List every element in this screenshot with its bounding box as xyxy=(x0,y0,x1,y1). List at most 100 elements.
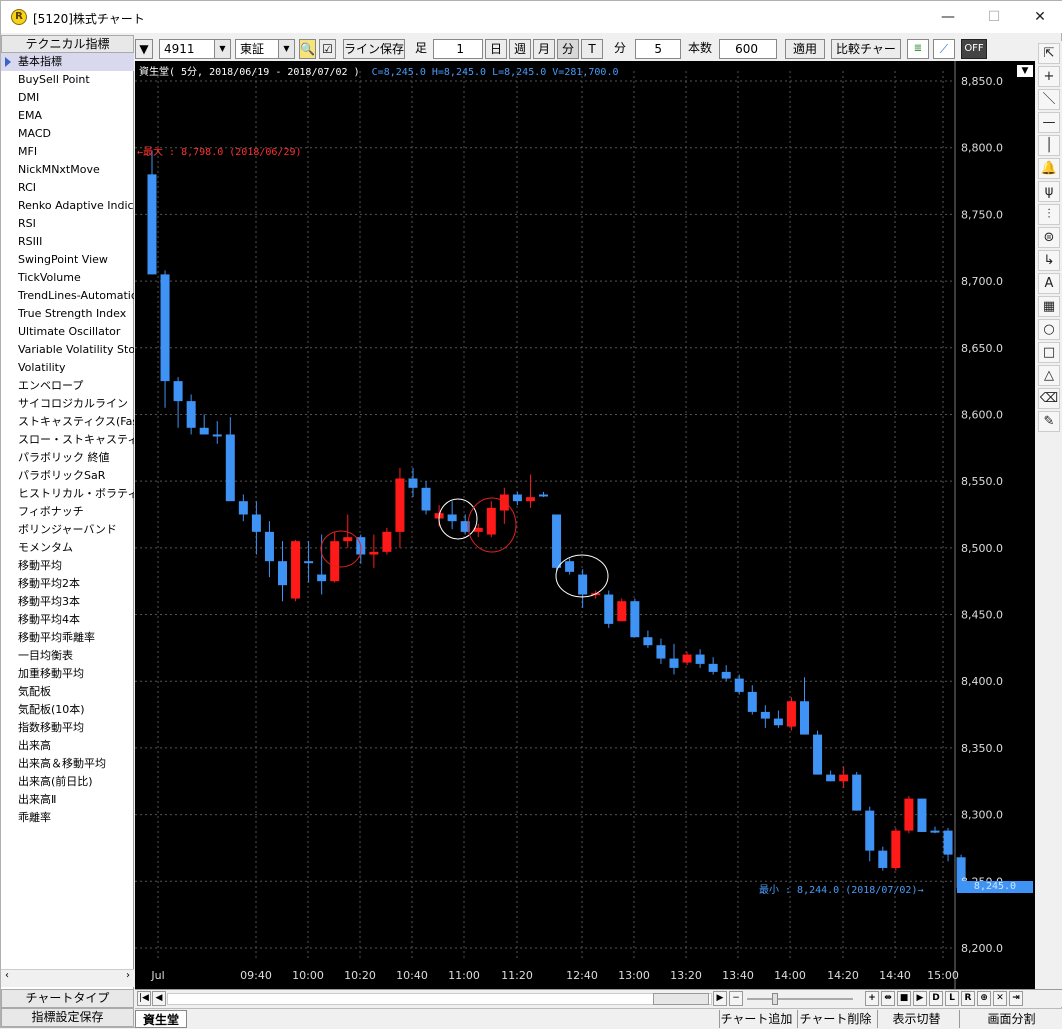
month-button[interactable]: 月 xyxy=(533,39,555,59)
indicator-item[interactable]: 移動平均2本 xyxy=(1,575,134,593)
indicator-item[interactable]: スロー・ストキャスティクス xyxy=(1,431,134,449)
count-input[interactable]: 600 xyxy=(719,39,777,59)
indicator-item[interactable]: 気配板 xyxy=(1,683,134,701)
indicator-item[interactable]: Ultimate Oscillator xyxy=(1,323,134,341)
nav-control-button[interactable]: ■ xyxy=(897,991,911,1006)
bars-icon[interactable]: ≣ xyxy=(907,39,929,59)
indicator-item[interactable]: RSI xyxy=(1,215,134,233)
compare-chart-button[interactable]: 比較チャート xyxy=(831,39,901,74)
indicator-item[interactable]: NickMNxtMove xyxy=(1,161,134,179)
indicator-item[interactable]: 出来高(前日比) xyxy=(1,773,134,791)
indicator-item[interactable]: Volatility xyxy=(1,359,134,377)
close-button[interactable]: ✕ xyxy=(1017,1,1062,33)
ellipse-icon[interactable]: ○ xyxy=(1038,319,1060,340)
scroll-right-icon[interactable]: › xyxy=(126,970,130,981)
horizontal-line-icon[interactable]: — xyxy=(1038,112,1060,133)
indicator-item[interactable]: パラボリック 終値 xyxy=(1,449,134,467)
indicator-item[interactable]: DMI xyxy=(1,89,134,107)
indicator-item[interactable]: 移動平均3本 xyxy=(1,593,134,611)
alarm-icon[interactable]: 🔔 xyxy=(1038,158,1060,179)
indicator-list[interactable]: 基本指標 BuySell Point DMI EMA MACD MFI NickMNxtMo… xyxy=(1,53,134,967)
toggle-display-button[interactable]: 表示切替 xyxy=(877,1010,955,1028)
indicator-item[interactable]: ストキャスティクス(Fast) xyxy=(1,413,134,431)
line-chart-icon[interactable]: ⟋ xyxy=(933,39,955,59)
market-select[interactable]: 東証 xyxy=(235,39,295,59)
minimize-button[interactable]: — xyxy=(925,1,971,33)
day-button[interactable]: 日 xyxy=(485,39,507,59)
indicator-item[interactable]: MFI xyxy=(1,143,134,161)
indicator-item[interactable]: RSIII xyxy=(1,233,134,251)
fibonacci-icon[interactable]: ⫶ xyxy=(1038,204,1060,225)
split-screen-button[interactable]: 画面分割 xyxy=(959,1010,1062,1028)
nav-control-button[interactable]: ✕ xyxy=(993,991,1007,1006)
ashi-input[interactable]: 1 xyxy=(433,39,483,59)
indicator-item[interactable]: EMA xyxy=(1,107,134,125)
indicator-item[interactable]: フィボナッチ xyxy=(1,503,134,521)
text-icon[interactable]: A xyxy=(1038,273,1060,294)
chart-type-button[interactable]: チャートタイプ xyxy=(1,989,134,1008)
indicator-item[interactable]: 移動平均 xyxy=(1,557,134,575)
channel-icon[interactable]: ⊜ xyxy=(1038,227,1060,248)
week-button[interactable]: 週 xyxy=(509,39,531,59)
nav-control-button[interactable]: R xyxy=(961,991,975,1006)
indicator-item[interactable]: 移動平均乖離率 xyxy=(1,629,134,647)
zoom-slider[interactable] xyxy=(747,998,853,1000)
vertical-line-icon[interactable]: │ xyxy=(1038,135,1060,156)
trend-line-icon[interactable]: ＼ xyxy=(1038,89,1060,110)
indicator-item[interactable]: Renko Adaptive Indicator xyxy=(1,197,134,215)
crosshair-icon[interactable]: + xyxy=(1038,66,1060,87)
menu-dropdown-button[interactable]: ▼ xyxy=(135,39,153,59)
eraser-icon[interactable]: ⌫ xyxy=(1038,388,1060,409)
indicator-item[interactable]: ヒストリカル・ボラティリティ xyxy=(1,485,134,503)
nav-control-button[interactable]: ▶ xyxy=(913,991,927,1006)
indicator-item[interactable]: 出来高＆移動平均 xyxy=(1,755,134,773)
minute-input[interactable]: 5 xyxy=(635,39,681,59)
indicator-item[interactable]: サイコロジカルライン xyxy=(1,395,134,413)
indicator-item[interactable]: Variable Volatility Stop xyxy=(1,341,134,359)
indicator-item[interactable]: 基本指標 xyxy=(1,53,134,71)
indicator-list-hscrollbar[interactable]: ‹ › xyxy=(1,969,134,987)
indicator-item[interactable]: 指数移動平均 xyxy=(1,719,134,737)
indicator-item[interactable]: 気配板(10本) xyxy=(1,701,134,719)
indicator-item[interactable]: BuySell Point xyxy=(1,71,134,89)
maximize-button[interactable]: ☐ xyxy=(971,1,1017,33)
nav-control-button[interactable]: ⇹ xyxy=(881,991,895,1006)
triangle-icon[interactable]: △ xyxy=(1038,365,1060,386)
indicator-item[interactable]: MACD xyxy=(1,125,134,143)
indicator-item[interactable]: 加重移動平均 xyxy=(1,665,134,683)
indicator-item[interactable]: 出来高 xyxy=(1,737,134,755)
scroll-prev-icon[interactable]: ◀ xyxy=(152,991,166,1006)
delete-chart-button[interactable]: チャート削除 xyxy=(797,1010,873,1028)
indicator-item[interactable]: モメンタム xyxy=(1,539,134,557)
nav-control-button[interactable]: ⊕ xyxy=(977,991,991,1006)
nav-control-button[interactable]: D xyxy=(929,991,943,1006)
arrow-icon[interactable]: ↳ xyxy=(1038,250,1060,271)
line-save-button[interactable]: ライン保存 xyxy=(343,39,405,59)
cursor-icon[interactable]: ⇱ xyxy=(1038,43,1060,64)
search-icon[interactable]: 🔍 xyxy=(299,39,316,59)
scroll-next-icon[interactable]: ▶ xyxy=(713,991,727,1006)
nav-control-button[interactable]: L xyxy=(945,991,959,1006)
indicator-item[interactable]: True Strength Index xyxy=(1,305,134,323)
indicator-item[interactable]: 出来高Ⅱ xyxy=(1,791,134,809)
check-icon[interactable]: ☑ xyxy=(319,39,336,59)
tick-button[interactable]: T xyxy=(581,39,603,59)
indicator-panel-header[interactable]: テクニカル指標 xyxy=(1,35,134,53)
indicator-item[interactable]: 乖離率 xyxy=(1,809,134,827)
price-chart[interactable]: Jul 09:40 10:00 10:20 10:40 11:00 11:20 12:40 13… xyxy=(135,61,1035,989)
eraser-all-icon[interactable]: ✎ xyxy=(1038,411,1060,432)
chart-canvas[interactable]: Jul 09:40 10:00 10:20 10:40 11:00 11:20 12:40 13… xyxy=(135,61,1035,989)
indicator-item[interactable]: 移動平均4本 xyxy=(1,611,134,629)
rectangle-icon[interactable]: □ xyxy=(1038,342,1060,363)
fork-icon[interactable]: ψ xyxy=(1038,181,1060,202)
apply-button[interactable]: 適用 xyxy=(785,39,825,59)
indicator-item[interactable]: TrendLines-Automatic xyxy=(1,287,134,305)
indicator-item[interactable]: ボリンジャーバンド xyxy=(1,521,134,539)
indicator-item[interactable]: RCI xyxy=(1,179,134,197)
chart-menu-dropdown-icon[interactable]: ▼ xyxy=(1017,65,1033,77)
indicator-item[interactable]: パラボリックSaR xyxy=(1,467,134,485)
off-toggle[interactable]: OFF xyxy=(961,39,987,59)
grid-icon[interactable]: ▦ xyxy=(1038,296,1060,317)
indicator-item[interactable]: SwingPoint View xyxy=(1,251,134,269)
indicator-item[interactable]: TickVolume xyxy=(1,269,134,287)
